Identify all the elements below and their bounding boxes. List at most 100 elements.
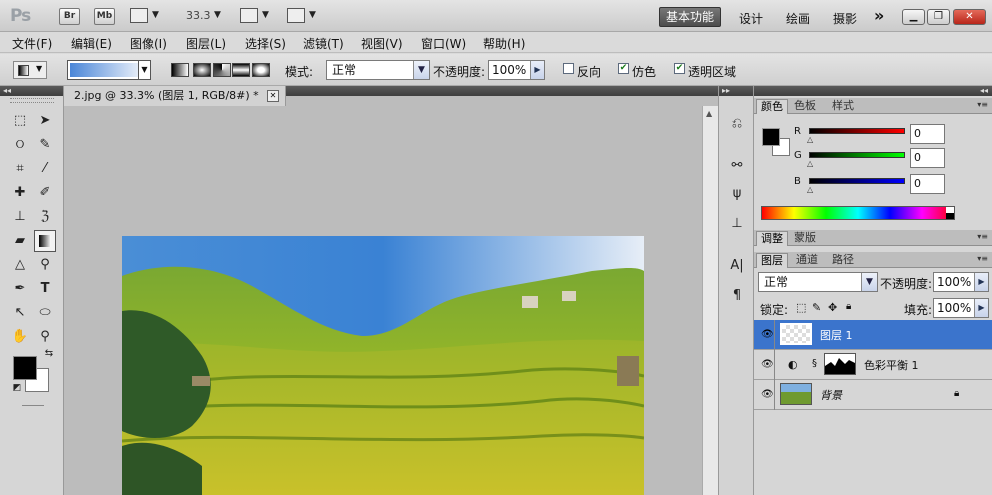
quick-selection-tool-icon[interactable]: ✎ — [34, 134, 56, 156]
zoom-tool-icon[interactable]: ⚲ — [34, 326, 56, 348]
history-brush-tool-icon[interactable]: ℨ — [34, 206, 56, 228]
tool-presets-icon[interactable]: ⊥ — [727, 214, 747, 234]
lock-transparent-icon[interactable]: ⬚ — [796, 301, 806, 314]
panel-menu-icon[interactable]: ▾≡ — [977, 232, 988, 241]
bridge-button[interactable]: Br — [59, 8, 80, 25]
blue-slider-bar[interactable] — [809, 178, 905, 184]
lock-image-icon[interactable]: ✎ — [812, 301, 821, 314]
tab-paths[interactable]: 路径 — [828, 253, 858, 268]
opacity-slider-arrow-icon[interactable]: ▶ — [974, 273, 988, 291]
menu-window[interactable]: 窗口(W) — [421, 35, 466, 52]
red-value-input[interactable]: 0 — [910, 124, 945, 144]
tab-color[interactable]: 颜色 — [756, 99, 788, 114]
fill-slider-arrow-icon[interactable]: ▶ — [974, 299, 988, 317]
slider-thumb-icon[interactable]: △ — [807, 185, 813, 194]
chevron-down-icon[interactable]: ▼ — [152, 10, 159, 20]
menu-image[interactable]: 图像(I) — [130, 35, 167, 52]
radial-gradient-icon[interactable] — [193, 63, 211, 77]
blur-tool-icon[interactable]: △ — [9, 254, 31, 276]
layer-name[interactable]: 色彩平衡 1 — [864, 357, 919, 373]
collapse-arrows-icon[interactable]: ◂◂ — [754, 86, 992, 96]
vertical-scrollbar[interactable]: ▲ — [702, 106, 718, 495]
ellipse-tool-icon[interactable]: ⬭ — [34, 302, 56, 324]
minimize-icon[interactable]: ▁ — [902, 9, 925, 25]
tab-masks[interactable]: 蒙版 — [790, 231, 820, 246]
green-slider-bar[interactable] — [809, 152, 905, 158]
foreground-color-swatch[interactable] — [13, 356, 37, 380]
paragraph-panel-icon[interactable]: ¶ — [727, 286, 747, 306]
chevron-down-icon[interactable]: ▼ — [262, 10, 269, 20]
menu-view[interactable]: 视图(V) — [361, 35, 403, 52]
layer-opacity-input[interactable]: 100% ▶ — [933, 272, 989, 292]
dither-checkbox[interactable]: ✔ — [618, 63, 629, 74]
swap-colors-icon[interactable]: ⇆ — [38, 348, 60, 360]
clone-source-icon[interactable]: ⚯ — [727, 156, 747, 176]
arrange-documents-icon[interactable] — [240, 8, 258, 23]
green-value-input[interactable]: 0 — [910, 148, 945, 168]
tab-styles[interactable]: 样式 — [828, 99, 858, 114]
gradient-tool-icon[interactable] — [34, 230, 56, 252]
move-tool-icon[interactable]: ➤ — [34, 110, 56, 132]
tab-swatches[interactable]: 色板 — [790, 99, 820, 114]
menu-help[interactable]: 帮助(H) — [483, 35, 525, 52]
chevron-down-icon[interactable]: ▼ — [138, 61, 150, 79]
layer-row[interactable]: 👁︎ 背景 🔒︎ — [754, 380, 992, 410]
workspace-design-button[interactable]: 设计 — [739, 10, 763, 27]
scroll-up-icon[interactable]: ▲ — [706, 109, 712, 118]
gradient-preview[interactable] — [70, 63, 138, 77]
layer-name[interactable]: 图层 1 — [820, 327, 853, 343]
layer-name[interactable]: 背景 — [820, 387, 842, 403]
mini-bridge-button[interactable]: Mb — [94, 8, 115, 25]
eye-icon[interactable]: 👁︎ — [761, 359, 774, 370]
character-panel-icon[interactable]: A| — [727, 256, 747, 276]
brush-presets-icon[interactable]: ψ — [727, 184, 747, 204]
view-extras-icon[interactable] — [130, 8, 148, 23]
blue-value-input[interactable]: 0 — [910, 174, 945, 194]
reverse-checkbox[interactable] — [563, 63, 574, 74]
tool-preset-picker[interactable]: ▼ — [13, 61, 47, 79]
transparency-checkbox[interactable]: ✔ — [674, 63, 685, 74]
menu-file[interactable]: 文件(F) — [12, 35, 52, 52]
eye-icon[interactable]: 👁︎ — [761, 389, 774, 400]
dodge-tool-icon[interactable]: ⚲ — [34, 254, 56, 276]
chevron-down-icon[interactable]: ▼ — [214, 10, 221, 20]
slider-thumb-icon[interactable]: △ — [807, 159, 813, 168]
marquee-tool-icon[interactable]: ⬚ — [9, 110, 31, 132]
angle-gradient-icon[interactable] — [213, 63, 231, 77]
color-spectrum-bar[interactable] — [761, 206, 955, 220]
workspace-photography-button[interactable]: 摄影 — [833, 10, 857, 27]
menu-filter[interactable]: 滤镜(T) — [303, 35, 344, 52]
blend-mode-select[interactable]: 正常 ▼ — [758, 272, 878, 292]
close-icon[interactable]: ✕ — [267, 90, 279, 102]
more-workspaces-icon[interactable]: » — [874, 6, 884, 25]
tab-adjustments[interactable]: 调整 — [756, 231, 788, 246]
screen-mode-icon[interactable] — [287, 8, 305, 23]
close-icon[interactable]: ✕ — [953, 9, 986, 25]
chevron-down-icon[interactable]: ▼ — [861, 273, 877, 291]
healing-brush-tool-icon[interactable]: ✚ — [9, 182, 31, 204]
chain-link-icon[interactable]: § — [812, 358, 817, 369]
clone-stamp-tool-icon[interactable]: ⊥ — [9, 206, 31, 228]
panel-menu-icon[interactable]: ▾≡ — [977, 254, 988, 263]
mode-select[interactable]: 正常 ▼ — [326, 60, 430, 80]
eye-icon[interactable]: 👁︎ — [761, 329, 774, 340]
lock-position-icon[interactable]: ✥ — [828, 301, 837, 314]
path-selection-tool-icon[interactable]: ↖ — [9, 302, 31, 324]
brush-tool-icon[interactable]: ✐ — [34, 182, 56, 204]
workspace-essentials-button[interactable]: 基本功能 — [659, 7, 721, 27]
crop-tool-icon[interactable]: ⌗ — [9, 158, 31, 180]
chevron-down-icon[interactable]: ▼ — [309, 10, 316, 20]
layer-row[interactable]: 👁︎ 图层 1 — [754, 320, 992, 350]
menu-select[interactable]: 选择(S) — [245, 35, 286, 52]
opacity-slider-arrow-icon[interactable]: ▶ — [530, 61, 544, 79]
black-white-ramp[interactable] — [946, 207, 954, 219]
lasso-tool-icon[interactable]: ଠ — [9, 134, 31, 156]
tab-layers[interactable]: 图层 — [756, 253, 788, 268]
zoom-level[interactable]: 33.3 — [186, 9, 211, 22]
menu-edit[interactable]: 编辑(E) — [71, 35, 112, 52]
mask-thumbnail[interactable] — [824, 353, 856, 375]
collapse-arrows-icon[interactable]: ◂◂ — [0, 86, 63, 96]
layer-thumbnail[interactable] — [780, 383, 812, 405]
eraser-tool-icon[interactable]: ▰ — [9, 230, 31, 252]
image-canvas[interactable] — [122, 236, 644, 495]
